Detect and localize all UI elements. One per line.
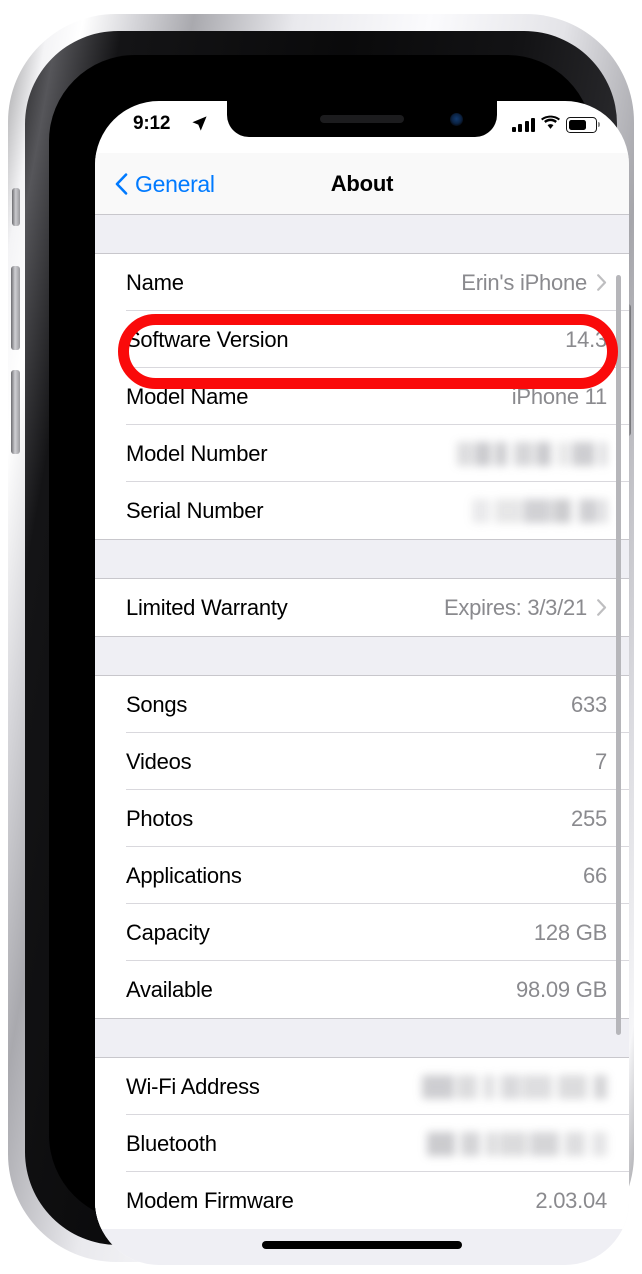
ring-silent-switch[interactable] [12, 188, 20, 226]
table-row: Wi-Fi Address [95, 1058, 629, 1115]
row-value: 14.3 [565, 327, 607, 353]
phone-bezel: 9:12 General About Name Erin's iPhone So… [25, 31, 617, 1245]
table-row: Model Name iPhone 11 [95, 368, 629, 425]
row-value: 7 [595, 749, 607, 775]
table-row: Capacity 128 GB [95, 904, 629, 961]
row-detail: 255 [571, 806, 607, 832]
settings-section-network-addresses: Wi-Fi Address Bluetooth Modem Firmware 2.03… [95, 1057, 629, 1229]
row-detail: 7 [595, 749, 607, 775]
row-detail: 98.09 GB [516, 977, 607, 1003]
row-detail: Expires: 3/3/21 [444, 595, 607, 621]
section-gap [95, 215, 629, 253]
row-detail: 128 GB [534, 920, 607, 946]
row-detail [427, 1132, 607, 1156]
row-label: Capacity [126, 920, 210, 946]
navbar-divider [95, 214, 629, 215]
table-row: Photos 255 [95, 790, 629, 847]
page-title: About [95, 153, 629, 215]
location-arrow-icon [191, 115, 208, 137]
settings-list[interactable]: Name Erin's iPhone Software Version 14.3 Mod… [95, 215, 629, 1265]
wifi-icon [541, 115, 560, 135]
row-detail [422, 1075, 607, 1099]
scrollbar[interactable] [616, 275, 621, 1035]
row-value: 2.03.04 [535, 1188, 607, 1214]
row-value: 66 [583, 863, 607, 889]
row-value: 633 [571, 692, 607, 718]
row-value: 128 GB [534, 920, 607, 946]
redacted-value [472, 499, 607, 523]
row-value: Erin's iPhone [461, 270, 587, 296]
cellular-signal-icon [512, 118, 536, 132]
redacted-value [457, 442, 607, 466]
phone-black-bezel: 9:12 General About Name Erin's iPhone So… [49, 55, 593, 1221]
row-label: Serial Number [126, 498, 263, 524]
row-detail: 66 [583, 863, 607, 889]
row-label: Available [126, 977, 213, 1003]
row-label: Bluetooth [126, 1131, 217, 1157]
phone-screen: 9:12 General About Name Erin's iPhone So… [95, 101, 629, 1265]
settings-section-device-info: Name Erin's iPhone Software Version 14.3 Mod… [95, 253, 629, 540]
row-value: iPhone 11 [512, 384, 607, 410]
section-gap [95, 1019, 629, 1057]
battery-icon [566, 117, 597, 133]
volume-up-button[interactable] [11, 266, 20, 350]
section-gap [95, 540, 629, 578]
row-value: Expires: 3/3/21 [444, 595, 587, 621]
row-detail: 633 [571, 692, 607, 718]
table-row[interactable]: Name Erin's iPhone [95, 254, 629, 311]
front-camera-icon [450, 113, 463, 126]
volume-down-button[interactable] [11, 370, 20, 454]
navigation-bar: General About [95, 153, 629, 215]
row-label: Name [126, 270, 184, 296]
row-detail [457, 442, 607, 466]
table-row: Applications 66 [95, 847, 629, 904]
row-label: Videos [126, 749, 191, 775]
settings-section-storage-and-media: Songs 633 Videos 7 Photos 255 Applications 66 Ca… [95, 675, 629, 1019]
row-detail: 2.03.04 [535, 1188, 607, 1214]
table-row: Model Number [95, 425, 629, 482]
chevron-right-icon [597, 599, 607, 616]
table-row: Bluetooth [95, 1115, 629, 1172]
table-row: Serial Number [95, 482, 629, 539]
settings-sections: Name Erin's iPhone Software Version 14.3 Mod… [95, 215, 629, 1229]
home-indicator[interactable] [262, 1241, 462, 1249]
earpiece-speaker-icon [320, 115, 404, 123]
row-value: 98.09 GB [516, 977, 607, 1003]
table-row[interactable]: Limited Warranty Expires: 3/3/21 [95, 579, 629, 636]
row-detail: iPhone 11 [512, 384, 607, 410]
table-row: Software Version 14.3 [95, 311, 629, 368]
redacted-value [422, 1075, 607, 1099]
row-label: Software Version [126, 327, 288, 353]
chevron-right-icon [597, 274, 607, 291]
table-row: Videos 7 [95, 733, 629, 790]
row-label: Applications [126, 863, 242, 889]
redacted-value [427, 1132, 607, 1156]
section-gap [95, 637, 629, 675]
row-label: Limited Warranty [126, 595, 287, 621]
screenshot-stage: 9:12 General About Name Erin's iPhone So… [0, 0, 642, 1274]
row-label: Model Number [126, 441, 267, 467]
row-label: Wi-Fi Address [126, 1074, 260, 1100]
row-label: Model Name [126, 384, 248, 410]
row-label: Photos [126, 806, 193, 832]
row-label: Modem Firmware [126, 1188, 294, 1214]
notch [227, 101, 497, 137]
row-detail: Erin's iPhone [461, 270, 607, 296]
table-row: Available 98.09 GB [95, 961, 629, 1018]
row-detail [472, 499, 607, 523]
settings-section-warranty: Limited Warranty Expires: 3/3/21 [95, 578, 629, 637]
status-bar-time: 9:12 [133, 113, 170, 135]
table-row: Modem Firmware 2.03.04 [95, 1172, 629, 1229]
table-row: Songs 633 [95, 676, 629, 733]
row-value: 255 [571, 806, 607, 832]
row-detail: 14.3 [565, 327, 607, 353]
phone-outer-frame: 9:12 General About Name Erin's iPhone So… [8, 14, 634, 1262]
row-label: Songs [126, 692, 187, 718]
status-bar-indicators [512, 115, 598, 135]
